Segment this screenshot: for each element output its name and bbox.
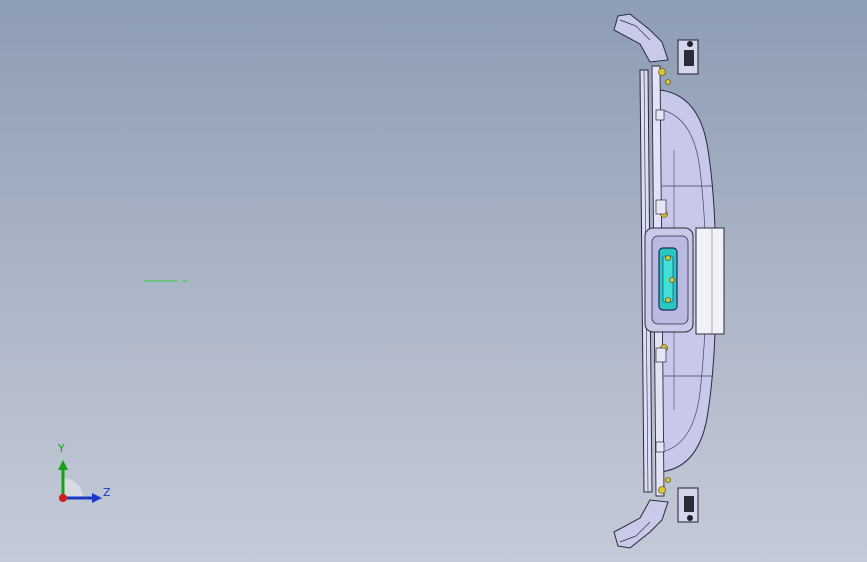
upper-bracket-arm (613, 13, 669, 63)
origin-dot (59, 494, 67, 502)
cad-graphics-viewport[interactable]: Y Z (0, 0, 867, 562)
bumper-model[interactable] (0, 0, 867, 562)
triad-x-plane (63, 478, 83, 498)
z-axis-arrowhead (92, 493, 102, 503)
y-axis-label: Y (58, 442, 65, 455)
y-axis-arrowhead (58, 460, 68, 470)
lower-clip-assembly (658, 477, 699, 523)
rear-block (695, 227, 725, 335)
lower-bracket-arm (613, 499, 669, 549)
upper-clip-assembly (658, 39, 699, 85)
z-axis-label: Z (103, 486, 111, 499)
